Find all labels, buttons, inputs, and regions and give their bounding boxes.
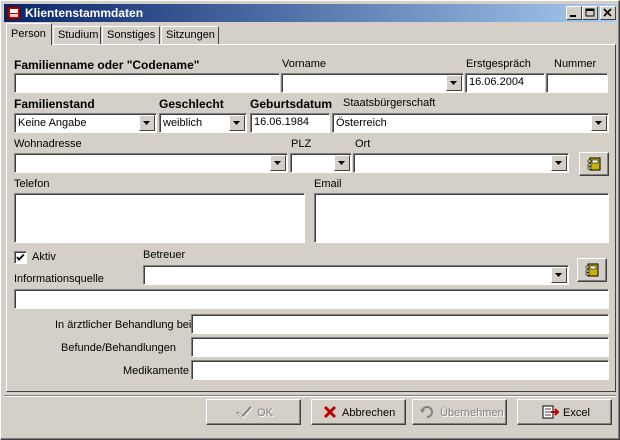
befunde-label: Befunde/Behandlungen [61, 342, 176, 354]
tab-sitzungen-label: Sitzungen [166, 29, 215, 41]
chevron-down-icon [555, 273, 562, 277]
wohnadresse-dropdown-button[interactable] [270, 155, 286, 171]
geschlecht-value: weiblich [163, 117, 203, 129]
familienstand-label: Familienstand [14, 97, 95, 111]
wohnadresse-combo[interactable] [14, 153, 288, 173]
cancel-icon [323, 405, 337, 419]
checkmark-icon [16, 253, 25, 261]
export-icon [542, 405, 560, 419]
minimize-icon [570, 15, 576, 17]
close-button[interactable] [600, 6, 616, 20]
geschlecht-dropdown-button[interactable] [229, 115, 245, 131]
geburtsdatum-label: Geburtsdatum [250, 97, 333, 111]
medikamente-label: Medikamente [123, 365, 190, 377]
chevron-down-icon [595, 121, 602, 125]
wohnadresse-label: Wohnadresse [14, 138, 82, 150]
button-separator [4, 395, 616, 397]
window-title: Klientenstammdaten [25, 6, 144, 20]
plz-label: PLZ [291, 138, 312, 150]
tab-sonstiges-label: Sonstiges [107, 29, 156, 41]
maximize-icon [585, 8, 595, 17]
vorname-dropdown-button[interactable] [446, 75, 462, 91]
maximize-button[interactable] [582, 6, 598, 20]
betreuer-combo[interactable] [143, 265, 569, 285]
aktiv-checkbox[interactable] [14, 251, 27, 264]
chevron-down-icon [143, 121, 150, 125]
tab-person-label: Person [11, 28, 46, 40]
chevron-down-icon [450, 81, 457, 85]
geschlecht-label: Geschlecht [159, 97, 224, 111]
staatsbuergerschaft-label: Staatsbürgerschaft [343, 97, 436, 109]
familienstand-dropdown-button[interactable] [139, 115, 155, 131]
geschlecht-combo[interactable]: weiblich [159, 113, 247, 133]
abbrechen-label: Abbrechen [342, 407, 396, 419]
chevron-down-icon [555, 161, 562, 165]
close-icon [603, 8, 612, 17]
uebernehmen-label: Übernehmen [440, 407, 504, 419]
plz-dropdown-button[interactable] [334, 155, 350, 171]
email-label: Email [314, 178, 342, 190]
betreuer-dropdown-button[interactable] [551, 267, 567, 283]
address-book-icon [587, 157, 601, 171]
tab-studium-label: Studium [58, 29, 99, 41]
uebernehmen-button[interactable]: Übernehmen [412, 399, 507, 425]
undo-icon [420, 406, 433, 418]
title-bar[interactable]: Klientenstammdaten [4, 4, 616, 22]
informationsquelle-label: Informationsquelle [14, 273, 104, 285]
staatsbuergerschaft-value: Österreich [336, 117, 387, 129]
nummer-label: Nummer [554, 58, 597, 70]
familienname-input[interactable] [14, 73, 280, 93]
window: Klientenstammdaten Person Studium Sonsti… [0, 0, 620, 440]
ok-button[interactable]: OK [206, 399, 301, 425]
tab-sitzungen[interactable]: Sitzungen [161, 26, 219, 44]
ort-label: Ort [355, 138, 371, 150]
minimize-button[interactable] [566, 6, 582, 20]
excel-button[interactable]: Excel [517, 399, 612, 425]
informationsquelle-input[interactable] [14, 289, 609, 309]
ort-dropdown-button[interactable] [551, 155, 567, 171]
nummer-input[interactable] [546, 73, 608, 93]
aktiv-label: Aktiv [32, 251, 56, 263]
betreuer-lookup-button[interactable] [577, 258, 607, 282]
address-book-icon [585, 263, 599, 277]
telefon-input[interactable] [14, 193, 305, 243]
abbrechen-button[interactable]: Abbrechen [311, 399, 406, 425]
aerztliche-label: In ärztlicher Behandlung bei [55, 319, 192, 331]
check-icon [236, 406, 253, 419]
staatsbuergerschaft-dropdown-button[interactable] [591, 115, 607, 131]
erstgespraech-label: Erstgespräch [466, 58, 531, 70]
tab-sonstiges[interactable]: Sonstiges [102, 26, 160, 44]
staatsbuergerschaft-combo[interactable]: Österreich [332, 113, 609, 133]
erstgespraech-input[interactable]: 16.06.2004 [465, 73, 545, 93]
vorname-combo[interactable] [281, 73, 464, 93]
excel-label: Excel [563, 407, 590, 419]
familienstand-value: Keine Angabe [18, 117, 87, 129]
medikamente-input[interactable] [191, 360, 609, 380]
ok-label: OK [257, 407, 273, 419]
aerztliche-input[interactable] [191, 314, 609, 334]
familienname-label: Familienname oder "Codename" [14, 58, 200, 72]
chevron-down-icon [338, 161, 345, 165]
telefon-label: Telefon [14, 178, 50, 190]
tab-studium[interactable]: Studium [53, 26, 101, 44]
chevron-down-icon [233, 121, 240, 125]
familienstand-combo[interactable]: Keine Angabe [14, 113, 157, 133]
vorname-label: Vorname [282, 58, 327, 70]
tab-person[interactable]: Person [6, 23, 52, 45]
ort-lookup-button[interactable] [579, 152, 609, 176]
plz-combo[interactable] [290, 153, 352, 173]
befunde-input[interactable] [191, 337, 609, 357]
ort-combo[interactable] [353, 153, 569, 173]
betreuer-label: Betreuer [143, 249, 186, 261]
app-icon [7, 6, 21, 20]
geburtsdatum-input[interactable]: 16.06.1984 [250, 113, 330, 133]
chevron-down-icon [274, 161, 281, 165]
email-input[interactable] [314, 193, 609, 243]
